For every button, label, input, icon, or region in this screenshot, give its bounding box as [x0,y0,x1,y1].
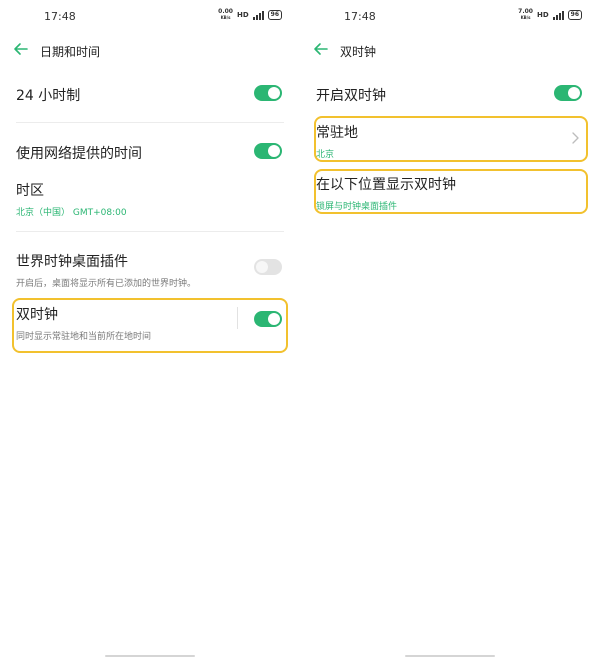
page-title: 双时钟 [340,45,377,59]
home-indicator[interactable] [105,655,195,657]
setting-dual-clock[interactable]: 双时钟 同时显示常驻地和当前所在地时间 [16,304,284,342]
toggle-enable-dual-clock[interactable] [554,85,582,101]
back-arrow-icon[interactable] [312,40,330,58]
setting-timezone[interactable]: 时区 北京（中国） GMT+08:00 [16,180,284,218]
status-time: 17:48 [344,10,376,23]
status-time: 17:48 [44,10,76,23]
setting-24-hour[interactable]: 24 小时制 [16,85,284,105]
setting-network-time[interactable]: 使用网络提供的时间 [16,143,284,163]
battery-icon: 96 [567,10,582,20]
setting-world-clock-widget[interactable]: 世界时钟桌面插件 开启后，桌面将显示所有已添加的世界时钟。 [16,251,284,289]
back-arrow-icon[interactable] [12,40,30,58]
toggle-24-hour[interactable] [254,85,282,101]
toggle-world-clock-widget[interactable] [254,259,282,275]
network-speed: 7.00 KB/s [518,8,533,21]
setting-description: 开启后，桌面将显示所有已添加的世界时钟。 [16,279,197,289]
battery-icon: 96 [267,10,282,20]
status-bar: 17:48 0.00 KB/s HD 96 [0,0,300,32]
setting-label: 双时钟 [16,307,58,323]
hd-icon: HD [236,11,249,19]
divider [16,122,284,123]
page-header: 日期和时间 [0,40,300,62]
setting-home-city[interactable]: 常驻地 北京 [316,122,584,160]
setting-description: 同时显示常驻地和当前所在地时间 [16,332,152,342]
page-title: 日期和时间 [40,45,101,59]
setting-label: 时区 [16,183,44,199]
signal-icon [252,10,264,20]
toggle-network-time[interactable] [254,143,282,159]
status-bar: 17:48 7.00 KB/s HD 96 [300,0,600,32]
page-header: 双时钟 [300,40,600,62]
timezone-value: 北京（中国） GMT+08:00 [16,208,127,218]
hd-icon: HD [536,11,549,19]
setting-label: 在以下位置显示双时钟 [316,177,456,193]
right-screen-dual-clock: 17:48 7.00 KB/s HD 96 双时钟 开启双时钟 常驻地 北京 在… [300,0,600,659]
setting-enable-dual-clock[interactable]: 开启双时钟 [316,85,584,105]
signal-icon [552,10,564,20]
home-indicator[interactable] [405,655,495,657]
left-screen-date-time: 17:48 0.00 KB/s HD 96 日期和时间 24 小时制 使用网络提… [0,0,300,659]
setting-label: 开启双时钟 [316,88,386,104]
chevron-right-icon [572,132,579,144]
vertical-separator [237,307,238,329]
setting-label: 常驻地 [316,125,358,141]
home-city-value: 北京 [316,150,335,160]
dual-clock-location-value: 锁屏与时钟桌面插件 [316,202,398,212]
setting-label: 使用网络提供的时间 [16,146,142,162]
setting-label: 世界时钟桌面插件 [16,254,128,270]
network-speed: 0.00 KB/s [218,8,233,21]
setting-label: 24 小时制 [16,88,81,104]
setting-dual-clock-location[interactable]: 在以下位置显示双时钟 锁屏与时钟桌面插件 [316,174,584,212]
toggle-dual-clock[interactable] [254,311,282,327]
status-icons: 7.00 KB/s HD 96 [518,9,582,21]
divider [16,231,284,232]
status-icons: 0.00 KB/s HD 96 [218,9,282,21]
